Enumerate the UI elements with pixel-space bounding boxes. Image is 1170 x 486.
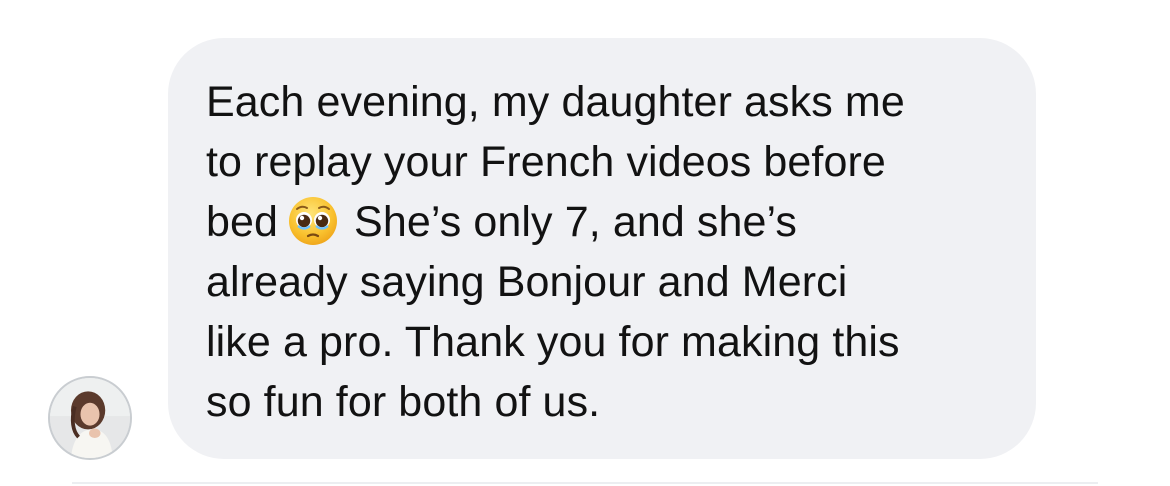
avatar[interactable]	[48, 376, 132, 460]
comment-thread: Each evening, my daughter asks me to rep…	[0, 0, 1170, 486]
divider	[72, 482, 1098, 484]
message-line-3-end: She’s only 7, and she’s	[354, 198, 798, 246]
message-line-3: bed She’s only 7, and she’s	[206, 192, 1000, 252]
message-bubble[interactable]: Each evening, my daughter asks me to rep…	[168, 38, 1036, 459]
avatar-photo	[50, 378, 130, 458]
message-line-3-start: bed	[206, 198, 279, 246]
message-text: Each evening, my daughter asks me to rep…	[206, 72, 1000, 432]
message-line-5: like a pro. Thank you for making this	[206, 318, 900, 366]
message-line-1: Each evening, my daughter asks me	[206, 78, 905, 126]
message-line-4: already saying Bonjour and Merci	[206, 258, 848, 306]
message-line-2: to replay your French videos before	[206, 138, 886, 186]
message-line-6: so fun for both of us.	[206, 378, 601, 426]
pleading-face-icon	[284, 196, 342, 246]
